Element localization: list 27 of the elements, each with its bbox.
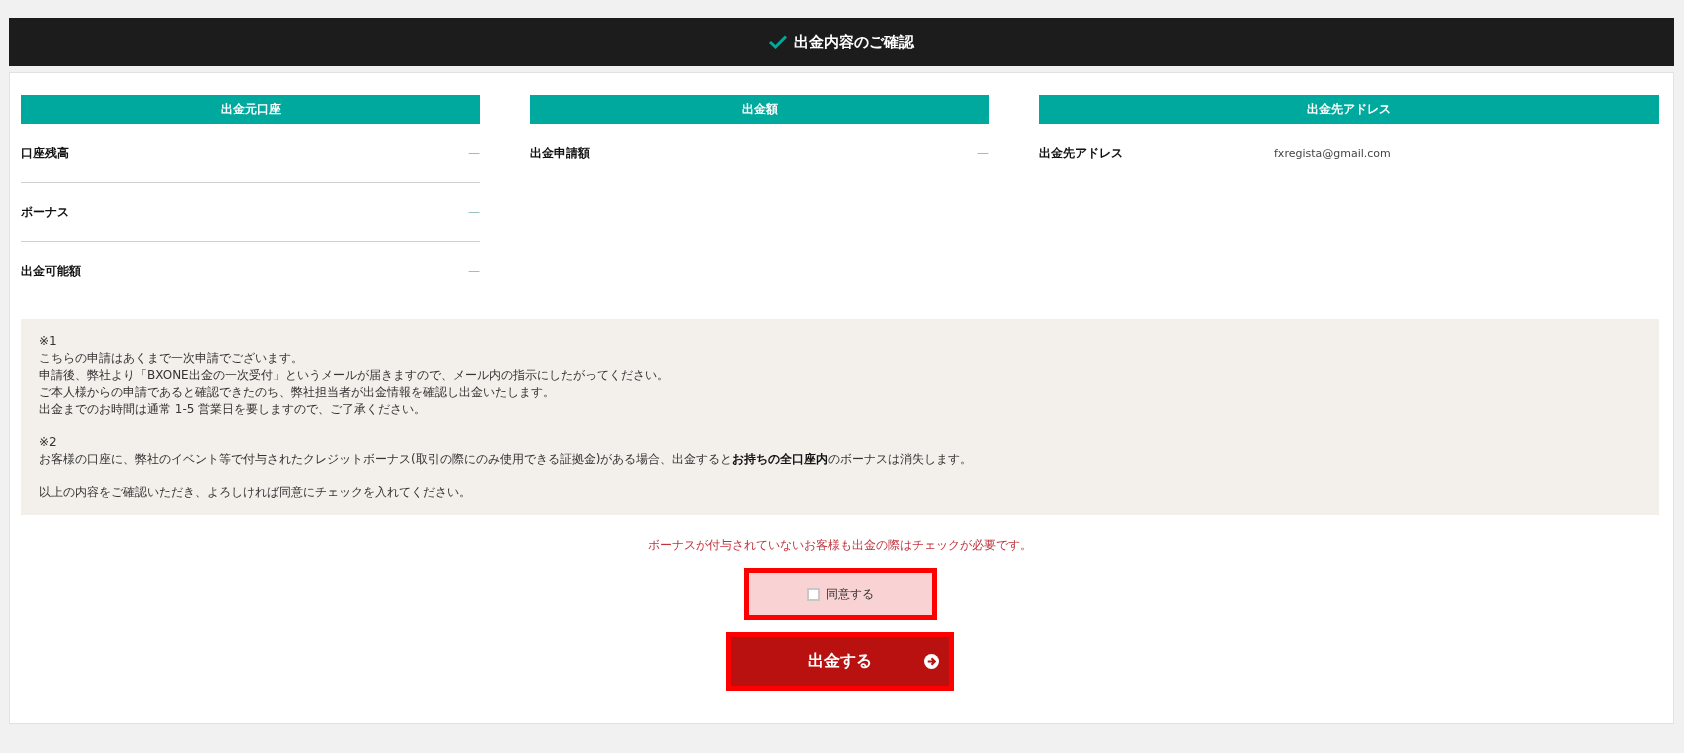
notice-text: 申請後、弊社より「BXONE出金の一次受付」というメールが届きますので、メール内の指示にしたがってください。: [39, 367, 670, 384]
notice-text: 以上の内容をご確認いただき、よろしければ同意にチェックを入れてください。: [39, 484, 472, 501]
field-label: ボーナス: [21, 203, 70, 221]
withdraw-button[interactable]: 出金する: [726, 632, 954, 691]
notice-text: 出金までのお時間は通常 1-5 営業日を要しますので、ご了承ください。: [39, 401, 428, 418]
page-title: 出金内容のご確認: [794, 32, 914, 52]
field-value: —: [468, 146, 480, 160]
checkmark-icon: [769, 35, 787, 49]
section-header: 出金額: [530, 95, 989, 124]
field-value: —: [468, 264, 480, 278]
notice-text: ご本人様からの申請であると確認できたのち、弊社担当者が出金情報を確認し出金いたします。: [39, 384, 556, 401]
notice-text: こちらの申請はあくまで一次申請でございます。: [39, 350, 304, 367]
section-header: 出金元口座: [21, 95, 480, 124]
notice-text: お客様の口座に、弊社のイベント等で付与されたクレジットボーナス(取引の際にのみ使用できる証拠金)がある場合、出金するとお持ちの全口座内のボーナスは消失します。: [39, 451, 974, 468]
field-value: fxregista@gmail.com: [1274, 146, 1391, 160]
field-label: 出金先アドレス: [1039, 144, 1124, 162]
field-label: 出金申請額: [530, 144, 591, 162]
warning-text: ボーナスが付与されていないお客様も出金の際はチェックが必要です。: [648, 537, 1032, 554]
arrow-circle-icon: [924, 654, 939, 669]
field-value: —: [468, 205, 480, 219]
field-label: 出金可能額: [21, 262, 82, 280]
field-label: 口座残高: [21, 144, 70, 162]
section-header: 出金先アドレス: [1039, 95, 1659, 124]
field-value: —: [977, 146, 989, 160]
notice-text: ※2: [39, 434, 58, 451]
agree-checkbox[interactable]: 同意する: [743, 568, 937, 620]
notice-text: ※1: [39, 333, 58, 350]
